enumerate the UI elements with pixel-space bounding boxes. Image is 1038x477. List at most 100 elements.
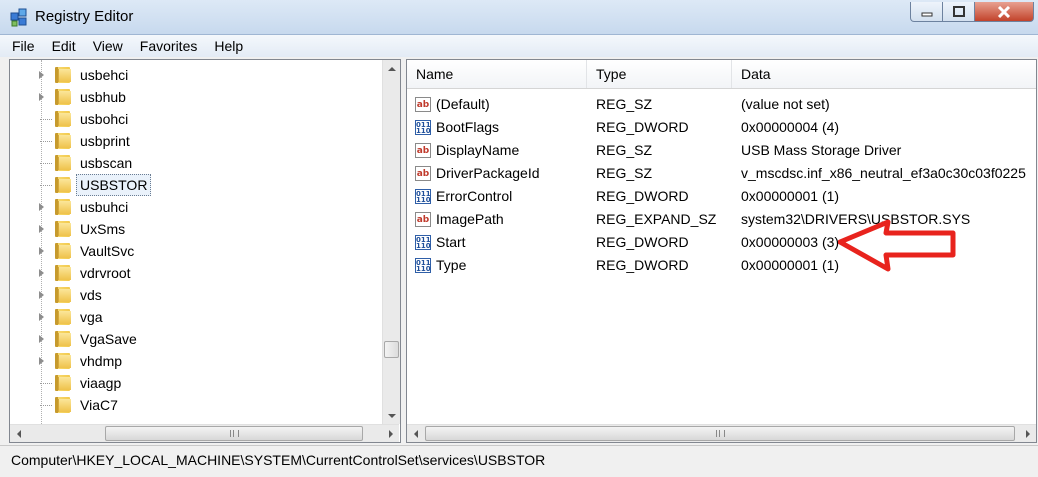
arrow-down-icon [387,413,396,418]
tree-item-usbstor[interactable]: USBSTOR [10,174,380,196]
tree-item-label: usbuhci [80,199,129,215]
menu-favorites[interactable]: Favorites [134,38,204,54]
tree-horizontal-scrollbar[interactable] [10,424,399,442]
tree-item-usbuhci[interactable]: usbuhci [10,196,380,218]
value-type: REG_DWORD [596,257,689,273]
tree-item-vga[interactable]: vga [10,306,380,328]
tree-item-vgasave[interactable]: VgaSave [10,328,380,350]
value-name: Start [436,234,466,250]
folder-icon [55,133,71,149]
maximize-button[interactable] [942,2,975,22]
scroll-down-button[interactable] [383,407,400,424]
menu-edit[interactable]: Edit [46,38,82,54]
binary-value-icon: 011 110 [415,189,431,204]
menu-file[interactable]: File [6,38,41,54]
tree-item-viaagp[interactable]: viaagp [10,372,380,394]
list-scroll-left-button[interactable] [407,425,424,442]
tree-item-usbhub[interactable]: usbhub [10,86,380,108]
expand-arrow-icon[interactable] [39,93,44,101]
folder-icon [55,375,71,391]
list-scroll-right-button[interactable] [1019,425,1036,442]
tree-item-usbehci[interactable]: usbehci [10,64,380,86]
tree-item-label: usbprint [80,133,130,149]
window-title: Registry Editor [35,8,134,25]
annotation-arrow-icon [838,219,956,272]
tree-item-label: vdrvroot [80,265,131,281]
tree-item-label: usbehci [80,67,129,83]
folder-icon [55,111,71,127]
value-data: 0x00000001 (1) [741,257,840,273]
expand-arrow-icon[interactable] [39,313,44,321]
menu-help[interactable]: Help [208,38,249,54]
column-header-type[interactable]: Type [587,60,732,88]
tree-scroll-left-button[interactable] [10,425,27,442]
tree-scroll-right-button[interactable] [382,425,399,442]
tree-item-label: UxSms [80,221,126,237]
registry-editor-icon [10,8,27,27]
tree-item-vds[interactable]: vds [10,284,380,306]
list-horizontal-scrollbar[interactable] [407,424,1036,442]
folder-icon [55,155,71,171]
expand-arrow-icon[interactable] [39,335,44,343]
tree-item-vhdmp[interactable]: vhdmp [10,350,380,372]
tree-horizontal-scroll-thumb[interactable] [105,426,363,441]
binary-value-icon: 011 110 [415,258,431,273]
tree-vertical-scrollbar[interactable] [382,60,400,424]
expand-arrow-icon[interactable] [39,291,44,299]
menu-view[interactable]: View [87,38,129,54]
value-row[interactable]: ab (Default) REG_SZ (value not set) [407,93,1036,116]
value-data: (value not set) [741,96,830,112]
binary-digits-bottom: 110 [416,127,431,135]
grip-icon [229,430,239,437]
value-type: REG_DWORD [596,188,689,204]
value-name: Type [436,257,467,273]
tree-item-label: viaagp [80,375,122,391]
string-value-icon: ab [415,97,431,112]
list-horizontal-scroll-thumb[interactable] [425,426,1015,441]
tree-item-viac7[interactable]: ViaC7 [10,394,380,416]
folder-icon [55,397,71,413]
column-header-name[interactable]: Name [407,60,587,88]
value-type: REG_DWORD [596,234,689,250]
tree-item-label: usbhub [80,89,126,105]
binary-value-icon: 011 110 [415,235,431,250]
key-tree-pane[interactable]: usbehci usbhub usbohci usbprint usbscan USBST… [9,59,401,443]
value-name: (Default) [436,96,490,112]
tree-item-vdrvroot[interactable]: vdrvroot [10,262,380,284]
grip-icon [715,430,725,437]
folder-icon [55,287,71,303]
status-bar: Computer\HKEY_LOCAL_MACHINE\SYSTEM\Curre… [0,445,1038,477]
minimize-icon [921,12,932,16]
binary-value-icon: 011 110 [415,120,431,135]
column-header-data[interactable]: Data [732,60,1036,88]
value-row[interactable]: 011 110 ErrorControl REG_DWORD 0x00000001 (1… [407,185,1036,208]
tree-item-uxsms[interactable]: UxSms [10,218,380,240]
value-type: REG_SZ [596,165,653,181]
expand-arrow-icon[interactable] [39,203,44,211]
value-row[interactable]: 011 110 BootFlags REG_DWORD 0x00000004 (4) [407,116,1036,139]
tree-item-usbprint[interactable]: usbprint [10,130,380,152]
expand-arrow-icon[interactable] [39,247,44,255]
expand-arrow-icon[interactable] [39,269,44,277]
value-row[interactable]: ab DriverPackageId REG_SZ v_mscdsc.inf_x86_… [407,162,1036,185]
expand-arrow-icon[interactable] [39,225,44,233]
expand-arrow-icon[interactable] [39,71,44,79]
value-type: REG_EXPAND_SZ [596,211,717,227]
tree-vertical-scroll-thumb[interactable] [384,341,399,358]
folder-icon [55,177,71,193]
arrow-right-icon [388,429,393,438]
tree-item-label: usbscan [80,155,133,171]
value-row[interactable]: ab DisplayName REG_SZ USB Mass Storage Driv… [407,139,1036,162]
binary-digits-bottom: 110 [416,265,431,273]
tree-item-label: VgaSave [80,331,137,347]
tree-item-usbohci[interactable]: usbohci [10,108,380,130]
close-button[interactable] [974,2,1034,22]
tree-item-vaultsvc[interactable]: VaultSvc [10,240,380,262]
value-name: ImagePath [436,211,504,227]
minimize-button[interactable] [910,2,943,22]
scroll-up-button[interactable] [383,60,400,77]
value-type: REG_DWORD [596,119,689,135]
folder-icon [55,67,71,83]
tree-item-usbscan[interactable]: usbscan [10,152,380,174]
expand-arrow-icon[interactable] [39,357,44,365]
